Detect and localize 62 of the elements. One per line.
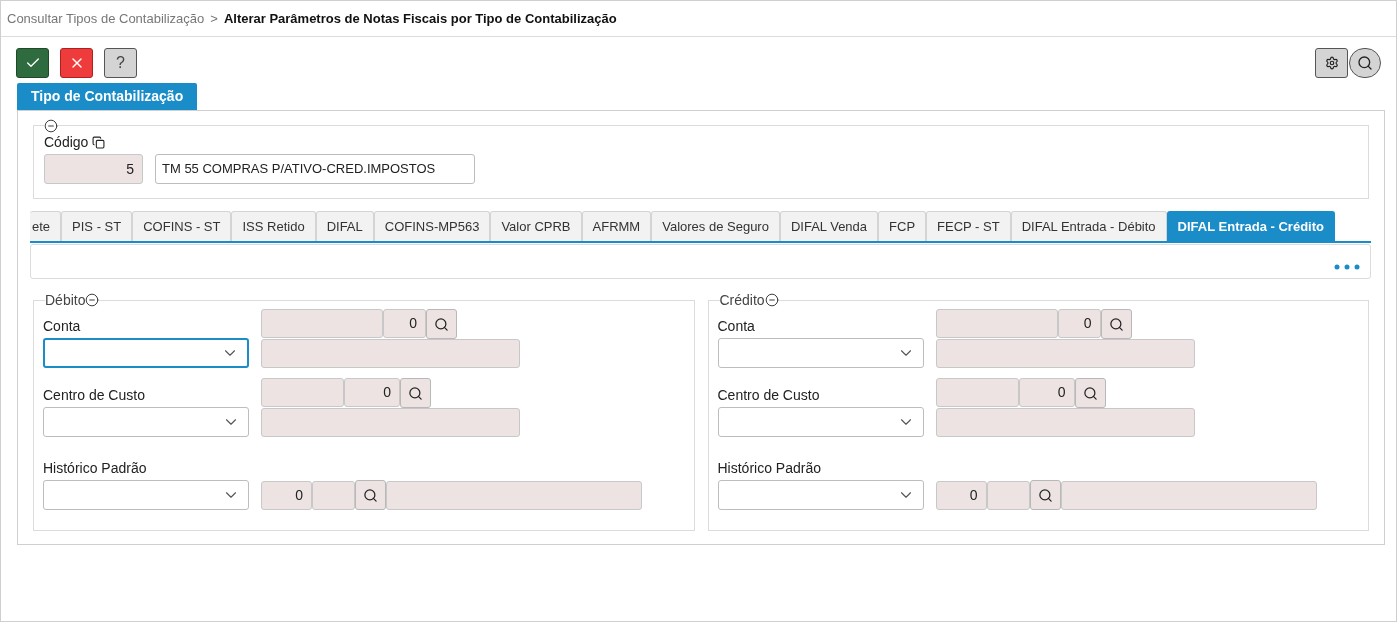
- collapse-icon[interactable]: [764, 293, 779, 307]
- group-title: Crédito: [719, 293, 765, 307]
- tab[interactable]: ISS Retido: [231, 211, 316, 241]
- field-label: Centro de Custo: [717, 388, 821, 402]
- search-icon: [363, 487, 378, 503]
- collapse-icon[interactable]: [44, 119, 58, 133]
- description-field[interactable]: TM 55 COMPRAS P/ATIVO-CRED.IMPOSTOS: [155, 154, 475, 184]
- field-label: Centro de Custo: [43, 388, 146, 402]
- number-field: 0: [1018, 378, 1075, 407]
- tab[interactable]: ete: [30, 211, 62, 241]
- more-options-icon[interactable]: [1334, 264, 1360, 270]
- number-field: 0: [383, 309, 426, 338]
- group-title: Débito: [45, 293, 86, 307]
- search-icon: [408, 385, 423, 401]
- tab[interactable]: FCP: [878, 211, 927, 241]
- search-button[interactable]: [355, 480, 386, 510]
- field-label: Histórico Padrão: [717, 461, 822, 475]
- search-icon: [434, 316, 449, 332]
- search-icon: [1037, 487, 1053, 503]
- cancel-button[interactable]: [60, 48, 93, 78]
- search-button[interactable]: [400, 378, 431, 408]
- number-field: 0: [935, 481, 987, 510]
- readonly-field: [312, 481, 355, 510]
- search-button[interactable]: [1029, 480, 1061, 510]
- number-field: 0: [344, 378, 400, 407]
- field-label: Histórico Padrão: [43, 461, 148, 475]
- number-field: 0: [1057, 309, 1101, 338]
- tab[interactable]: COFINS-MP563: [373, 211, 491, 241]
- collapse-icon[interactable]: [85, 293, 100, 307]
- search-icon: [1357, 55, 1373, 71]
- field-label: Código: [44, 133, 89, 152]
- search-button[interactable]: [1100, 309, 1132, 339]
- tab[interactable]: DIFAL Entrada - Crédito: [1166, 211, 1335, 241]
- section-tab[interactable]: Tipo de Contabilização: [17, 83, 198, 110]
- copy-icon[interactable]: [92, 136, 106, 149]
- settings-icon: [1324, 56, 1339, 70]
- tab[interactable]: FECP - ST: [926, 211, 1011, 241]
- tab[interactable]: Valor CPRB: [490, 211, 582, 241]
- field-label: Conta: [717, 319, 756, 333]
- readonly-field: [986, 481, 1030, 510]
- tab[interactable]: AFRMM: [581, 211, 652, 241]
- confirm-button[interactable]: [16, 48, 49, 78]
- breadcrumb-item[interactable]: Consultar Tipos de Contabilização: [7, 8, 205, 29]
- search-button[interactable]: [426, 309, 457, 339]
- number-field: 0: [261, 481, 312, 510]
- search-icon: [1082, 385, 1098, 401]
- search-icon: [1108, 316, 1124, 332]
- tab[interactable]: Valores de Seguro: [651, 211, 780, 241]
- tab[interactable]: COFINS - ST: [132, 211, 232, 241]
- tab[interactable]: DIFAL: [315, 211, 374, 241]
- tab[interactable]: DIFAL Entrada - Débito: [1010, 211, 1167, 241]
- dropdown-select[interactable]: [43, 338, 249, 368]
- tab[interactable]: PIS - ST: [61, 211, 133, 241]
- tab[interactable]: DIFAL Venda: [779, 211, 879, 241]
- breadcrumb-separator: >: [210, 9, 218, 28]
- search-button[interactable]: [1349, 48, 1381, 78]
- code-field: 5: [44, 154, 143, 184]
- breadcrumb-item: Alterar Parâmetros de Notas Fiscais por Tipo de Contabilização: [223, 9, 617, 28]
- help-button[interactable]: ?: [104, 48, 137, 78]
- field-label: Conta: [43, 319, 82, 333]
- search-button[interactable]: [1074, 378, 1106, 408]
- settings-button[interactable]: [1315, 48, 1348, 78]
